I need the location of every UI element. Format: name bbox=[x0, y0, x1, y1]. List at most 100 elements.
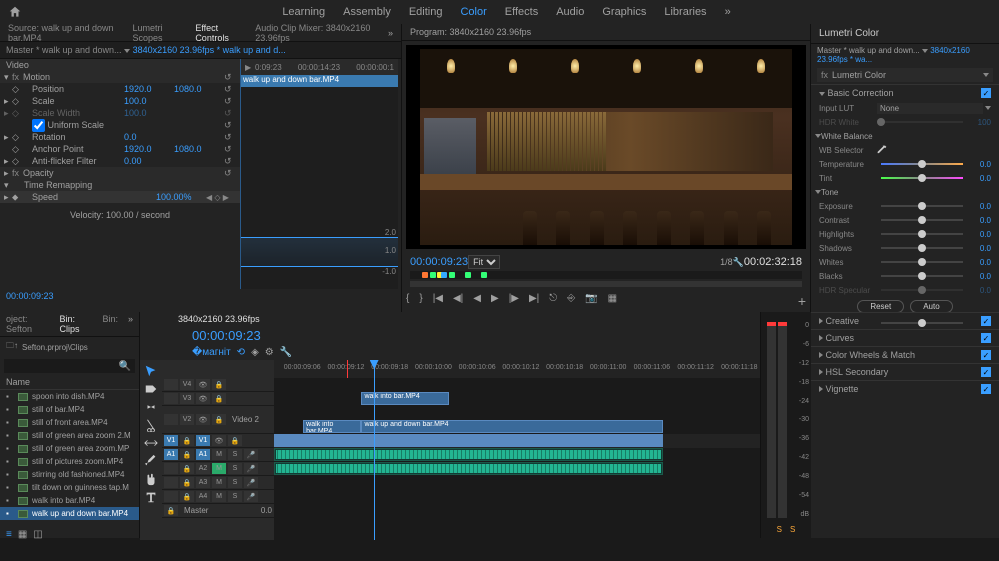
list-view-icon[interactable]: ≡ bbox=[6, 529, 12, 540]
white-balance-section[interactable]: White Balance bbox=[821, 132, 873, 141]
marker-icon[interactable]: ◈ bbox=[251, 347, 259, 358]
ec-current-tc[interactable]: 00:00:09:23 bbox=[0, 289, 401, 303]
program-monitor[interactable] bbox=[406, 45, 806, 249]
v2-target[interactable]: V2 bbox=[180, 414, 194, 425]
temperature-slider[interactable] bbox=[881, 163, 963, 165]
a3-target[interactable]: A3 bbox=[196, 477, 210, 488]
ws-audio[interactable]: Audio bbox=[556, 6, 584, 18]
track-select-icon[interactable] bbox=[144, 382, 158, 396]
go-in-icon[interactable]: |◀ bbox=[433, 293, 443, 309]
ws-effects[interactable]: Effects bbox=[505, 6, 538, 18]
lumetri-basic-correction[interactable]: Basic Correction bbox=[828, 88, 894, 98]
a3-mute[interactable]: M bbox=[212, 477, 226, 488]
ec-motion[interactable]: Motion bbox=[19, 72, 224, 82]
ripple-edit-icon[interactable] bbox=[144, 400, 158, 414]
v1-toggle[interactable]: 👁 bbox=[212, 435, 226, 446]
a1-track[interactable] bbox=[274, 448, 760, 462]
a4-track[interactable] bbox=[274, 490, 760, 504]
project-clip-list[interactable]: ▪spoon into dish.MP4▪still of bar.MP4▪st… bbox=[0, 390, 139, 532]
ec-keyframe-area[interactable]: 2.0 1.0 -1.0 bbox=[241, 87, 398, 289]
ec-position-y[interactable]: 1080.0 bbox=[174, 84, 224, 94]
ec-timeline-clip[interactable]: walk up and down bar.MP4 bbox=[241, 75, 398, 87]
v1-lock[interactable]: 🔒 bbox=[180, 435, 194, 446]
a1-mute[interactable]: M bbox=[212, 449, 226, 460]
clip-item[interactable]: ▪still of front area.MP4 bbox=[0, 416, 139, 429]
mark-out-icon[interactable]: } bbox=[419, 293, 422, 309]
home-icon[interactable] bbox=[8, 5, 22, 19]
clip-item[interactable]: ▪spoon into dish.MP4 bbox=[0, 390, 139, 403]
ec-rotation-val[interactable]: 0.0 bbox=[124, 132, 174, 142]
wrench-icon[interactable]: 🔧 bbox=[733, 257, 744, 268]
master-val[interactable]: 0.0 bbox=[261, 506, 272, 515]
vignette-section[interactable]: Vignette bbox=[826, 384, 859, 394]
ec-scale[interactable]: Scale bbox=[20, 96, 124, 106]
v4-toggle[interactable]: 👁 bbox=[196, 379, 210, 390]
program-tc[interactable]: 00:00:09:23 bbox=[410, 256, 468, 268]
ec-uniform-scale-chk[interactable] bbox=[32, 119, 45, 132]
v1-track[interactable] bbox=[274, 434, 760, 448]
v3-toggle[interactable]: 👁 bbox=[196, 393, 210, 404]
a2-mute[interactable]: M bbox=[212, 463, 226, 474]
wrench-icon-tl[interactable]: 🔧 bbox=[280, 347, 292, 358]
exposure-slider[interactable] bbox=[881, 205, 963, 207]
clip-item[interactable]: ▪walk into bar.MP4 bbox=[0, 494, 139, 507]
tint-slider[interactable] bbox=[881, 177, 963, 179]
ec-sequence-link[interactable]: 3840x2160 23.96fps * walk up and d... bbox=[133, 45, 286, 55]
solo-left[interactable]: S bbox=[777, 525, 782, 534]
name-column[interactable]: Name bbox=[6, 377, 30, 387]
hsl-chk[interactable] bbox=[981, 367, 991, 377]
play-icon[interactable]: ▶ bbox=[491, 293, 499, 309]
clip-a2[interactable] bbox=[274, 462, 663, 475]
creative-chk[interactable] bbox=[981, 316, 991, 326]
saturation-slider[interactable] bbox=[881, 322, 963, 324]
v2-src[interactable] bbox=[164, 414, 178, 425]
solo-right[interactable]: S bbox=[790, 525, 795, 534]
ec-time-remapping[interactable]: Time Remapping bbox=[20, 180, 236, 190]
clip-item[interactable]: ▪still of bar.MP4 bbox=[0, 403, 139, 416]
tab-effect-controls[interactable]: Effect Controls bbox=[195, 23, 241, 43]
hand-icon[interactable] bbox=[144, 472, 158, 486]
lift-icon[interactable]: ⎋ bbox=[549, 293, 557, 309]
contrast-slider[interactable] bbox=[881, 219, 963, 221]
clip-v2-b[interactable]: walk up and down bar.MP4 bbox=[361, 420, 662, 433]
v3-src[interactable] bbox=[164, 393, 178, 404]
a3-solo[interactable]: S bbox=[228, 477, 242, 488]
a2-track[interactable] bbox=[274, 462, 760, 476]
tone-section[interactable]: Tone bbox=[821, 188, 838, 197]
extract-icon[interactable]: ⎆ bbox=[567, 293, 575, 309]
curves-section[interactable]: Curves bbox=[826, 333, 855, 343]
tab-bin[interactable]: Bin: bbox=[102, 314, 118, 334]
lumetri-preset[interactable]: Lumetri Color bbox=[832, 70, 886, 80]
v3-target[interactable]: V3 bbox=[180, 393, 194, 404]
slip-icon[interactable] bbox=[144, 436, 158, 450]
program-zoom[interactable]: Fit bbox=[468, 255, 500, 269]
snap-icon[interactable]: �магніт bbox=[192, 347, 231, 358]
a4-solo[interactable]: S bbox=[228, 491, 242, 502]
ec-position-x[interactable]: 1920.0 bbox=[124, 84, 174, 94]
ws-overflow[interactable]: » bbox=[725, 6, 731, 18]
vignette-chk[interactable] bbox=[981, 384, 991, 394]
tab-lumetri-scopes[interactable]: Lumetri Scopes bbox=[133, 23, 182, 43]
hsl-section[interactable]: HSL Secondary bbox=[826, 367, 889, 377]
clip-item[interactable]: ▪still of pictures zoom.MP4 bbox=[0, 455, 139, 468]
a1-solo[interactable]: S bbox=[228, 449, 242, 460]
a4-target[interactable]: A4 bbox=[196, 491, 210, 502]
ws-libraries[interactable]: Libraries bbox=[664, 6, 706, 18]
tab-bin-clips[interactable]: Bin: Clips bbox=[59, 314, 92, 334]
a1-target[interactable]: A1 bbox=[196, 449, 210, 460]
eyedropper-icon[interactable] bbox=[877, 145, 887, 155]
search-icon[interactable]: 🔍 bbox=[119, 361, 131, 372]
v1-target[interactable]: V1 bbox=[196, 435, 210, 446]
clip-v1[interactable] bbox=[274, 434, 663, 447]
razor-icon[interactable] bbox=[144, 418, 158, 432]
basic-correction-chk[interactable] bbox=[981, 88, 991, 98]
curves-chk[interactable] bbox=[981, 333, 991, 343]
v3-lock[interactable]: 🔒 bbox=[212, 393, 226, 404]
project-search[interactable]: 🔍 bbox=[4, 359, 135, 373]
shadows-slider[interactable] bbox=[881, 247, 963, 249]
play-back-icon[interactable]: ◀ bbox=[473, 293, 481, 309]
ec-antiflicker[interactable]: Anti-flicker Filter bbox=[20, 156, 124, 166]
v3-track[interactable]: walk into bar.MP4 bbox=[274, 392, 760, 406]
v4-target[interactable]: V4 bbox=[180, 379, 194, 390]
whites-slider[interactable] bbox=[881, 261, 963, 263]
